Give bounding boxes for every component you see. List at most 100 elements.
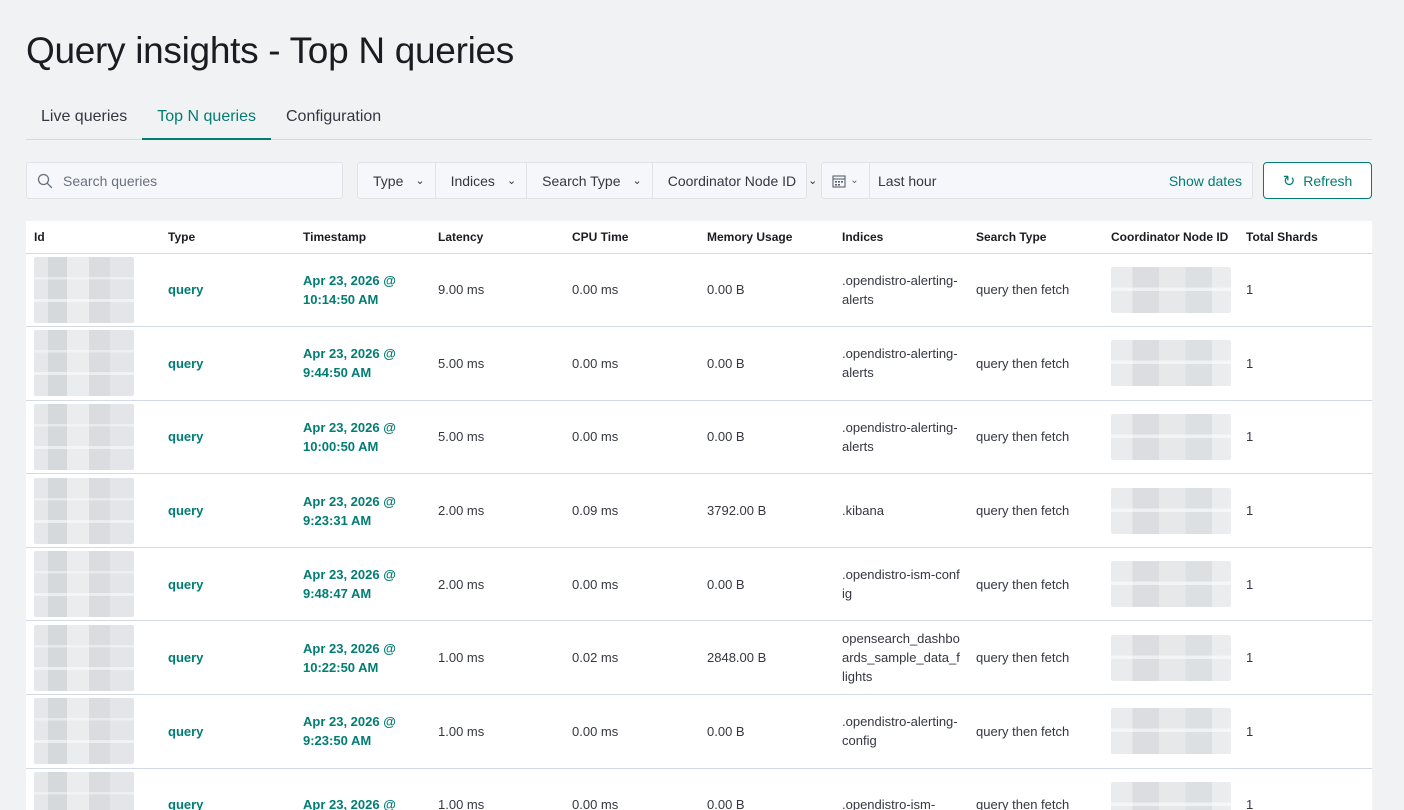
- query-type-link[interactable]: query: [168, 356, 203, 371]
- table-row: query Apr 23, 2026 @ 9:23:31 AM 2.00 ms 0.0…: [26, 473, 1372, 548]
- table-header-row: Id Type Timestamp Latency CPU Time Memor…: [26, 221, 1372, 254]
- query-type-link[interactable]: query: [168, 797, 203, 810]
- redacted-id: [34, 551, 134, 618]
- tab-live-queries[interactable]: Live queries: [26, 98, 142, 140]
- redacted-id: [34, 330, 134, 397]
- filter-indices-label: Indices: [450, 172, 495, 189]
- query-type-link[interactable]: query: [168, 503, 203, 518]
- chevron-down-icon: ⌄: [632, 175, 642, 187]
- cell-indices: .opendistro-ism-: [834, 768, 968, 810]
- cell-id: [26, 326, 160, 401]
- cell-memory-usage: 0.00 B: [699, 326, 834, 401]
- query-type-link[interactable]: query: [168, 282, 203, 297]
- column-header-coordinator-node-id[interactable]: Coordinator Node ID: [1103, 221, 1238, 254]
- column-header-search-type[interactable]: Search Type: [968, 221, 1103, 254]
- cell-search-type: query then fetch: [968, 326, 1103, 401]
- cell-id: [26, 473, 160, 548]
- cell-indices: .opendistro-ism-config: [834, 547, 968, 622]
- cell-timestamp[interactable]: Apr 23, 2026 @ 9:23:31 AM: [295, 473, 430, 548]
- redacted-node-id: [1111, 413, 1231, 460]
- filter-search-type[interactable]: Search Type ⌄: [527, 163, 653, 198]
- cell-timestamp[interactable]: Apr 23, 2026 @ 10:22:50 AM: [295, 620, 430, 696]
- cell-timestamp[interactable]: Apr 23, 2026 @ 9:23:50 AM: [295, 694, 430, 769]
- cell-search-type: query then fetch: [968, 620, 1103, 696]
- column-header-id[interactable]: Id: [26, 221, 160, 254]
- column-header-type[interactable]: Type: [160, 221, 295, 254]
- table-row: query Apr 23, 2026 @1.00 ms 0.00 ms 0.00 B.…: [26, 768, 1372, 810]
- refresh-button[interactable]: ↻ Refresh: [1263, 162, 1372, 199]
- table-body: query Apr 23, 2026 @ 10:14:50 AM 9.00 ms 0.…: [26, 253, 1372, 810]
- redacted-id: [34, 771, 134, 810]
- cell-cpu-time: 0.00 ms: [564, 400, 699, 475]
- cell-timestamp[interactable]: Apr 23, 2026 @ 10:00:50 AM: [295, 400, 430, 475]
- filter-coordinator-node[interactable]: Coordinator Node ID ⌄: [653, 163, 828, 198]
- filter-type[interactable]: Type ⌄: [358, 163, 436, 198]
- date-quick-menu[interactable]: ⌄: [822, 163, 870, 198]
- column-header-cpu-time[interactable]: CPU Time: [564, 221, 699, 254]
- cell-coordinator-node-id: [1103, 400, 1238, 475]
- table-row: query Apr 23, 2026 @ 10:14:50 AM 9.00 ms 0.…: [26, 253, 1372, 328]
- cell-type: query: [160, 620, 295, 696]
- redacted-id: [34, 256, 134, 323]
- filter-type-label: Type: [373, 172, 404, 189]
- cell-indices: .opendistro-alerting-alerts: [834, 253, 968, 328]
- toolbar: Type ⌄ Indices ⌄ Search Type ⌄ Coordinat…: [26, 162, 1372, 199]
- query-type-link[interactable]: query: [168, 650, 203, 665]
- cell-search-type: query then fetch: [968, 473, 1103, 548]
- cell-coordinator-node-id: [1103, 547, 1238, 622]
- table-row: query Apr 23, 2026 @ 9:44:50 AM 5.00 ms 0.0…: [26, 326, 1372, 401]
- cell-type: query: [160, 400, 295, 475]
- column-header-timestamp[interactable]: Timestamp: [295, 221, 430, 254]
- tab-configuration[interactable]: Configuration: [271, 98, 396, 140]
- cell-coordinator-node-id: [1103, 473, 1238, 548]
- tab-top-n-queries[interactable]: Top N queries: [142, 98, 271, 140]
- cell-cpu-time: 0.00 ms: [564, 768, 699, 810]
- cell-timestamp[interactable]: Apr 23, 2026 @ 9:44:50 AM: [295, 326, 430, 401]
- column-header-memory-usage[interactable]: Memory Usage: [699, 221, 834, 254]
- search-input[interactable]: [63, 172, 323, 189]
- redacted-id: [34, 698, 134, 765]
- date-range-label[interactable]: Last hour: [870, 173, 1169, 189]
- cell-memory-usage: 0.00 B: [699, 547, 834, 622]
- search-box: [26, 162, 343, 199]
- cell-timestamp[interactable]: Apr 23, 2026 @ 9:48:47 AM: [295, 547, 430, 622]
- refresh-icon: ↻: [1282, 172, 1296, 190]
- cell-latency: 1.00 ms: [430, 620, 564, 696]
- query-type-link[interactable]: query: [168, 724, 203, 739]
- query-type-link[interactable]: query: [168, 429, 203, 444]
- cell-type: query: [160, 694, 295, 769]
- cell-search-type: query then fetch: [968, 547, 1103, 622]
- column-header-total-shards[interactable]: Total Shards: [1238, 221, 1372, 254]
- filter-indices[interactable]: Indices ⌄: [436, 163, 528, 198]
- cell-cpu-time: 0.09 ms: [564, 473, 699, 548]
- cell-timestamp[interactable]: Apr 23, 2026 @ 10:14:50 AM: [295, 253, 430, 328]
- column-header-latency[interactable]: Latency: [430, 221, 564, 254]
- cell-id: [26, 694, 160, 769]
- cell-total-shards: 1: [1238, 326, 1372, 401]
- redacted-node-id: [1111, 266, 1231, 313]
- cell-latency: 5.00 ms: [430, 326, 564, 401]
- redacted-node-id: [1111, 340, 1231, 387]
- show-dates-link[interactable]: Show dates: [1169, 173, 1252, 189]
- cell-id: [26, 547, 160, 622]
- cell-coordinator-node-id: [1103, 253, 1238, 328]
- cell-latency: 2.00 ms: [430, 473, 564, 548]
- cell-indices: .opendistro-alerting-alerts: [834, 400, 968, 475]
- cell-indices: opensearch_dashboards_sample_data_flight…: [834, 620, 968, 696]
- cell-total-shards: 1: [1238, 768, 1372, 810]
- table-row: query Apr 23, 2026 @ 10:22:50 AM 1.00 ms 0.…: [26, 620, 1372, 696]
- column-header-indices[interactable]: Indices: [834, 221, 968, 254]
- cell-cpu-time: 0.00 ms: [564, 694, 699, 769]
- cell-memory-usage: 0.00 B: [699, 253, 834, 328]
- cell-search-type: query then fetch: [968, 694, 1103, 769]
- calendar-icon: [832, 174, 846, 188]
- cell-memory-usage: 2848.00 B: [699, 620, 834, 696]
- table-row: query Apr 23, 2026 @ 9:23:50 AM 1.00 ms 0.0…: [26, 694, 1372, 769]
- redacted-id: [34, 624, 134, 691]
- cell-search-type: query then fetch: [968, 768, 1103, 810]
- cell-timestamp[interactable]: Apr 23, 2026 @: [295, 768, 430, 810]
- cell-latency: 1.00 ms: [430, 768, 564, 810]
- query-type-link[interactable]: query: [168, 577, 203, 592]
- cell-total-shards: 1: [1238, 253, 1372, 328]
- redacted-node-id: [1111, 561, 1231, 608]
